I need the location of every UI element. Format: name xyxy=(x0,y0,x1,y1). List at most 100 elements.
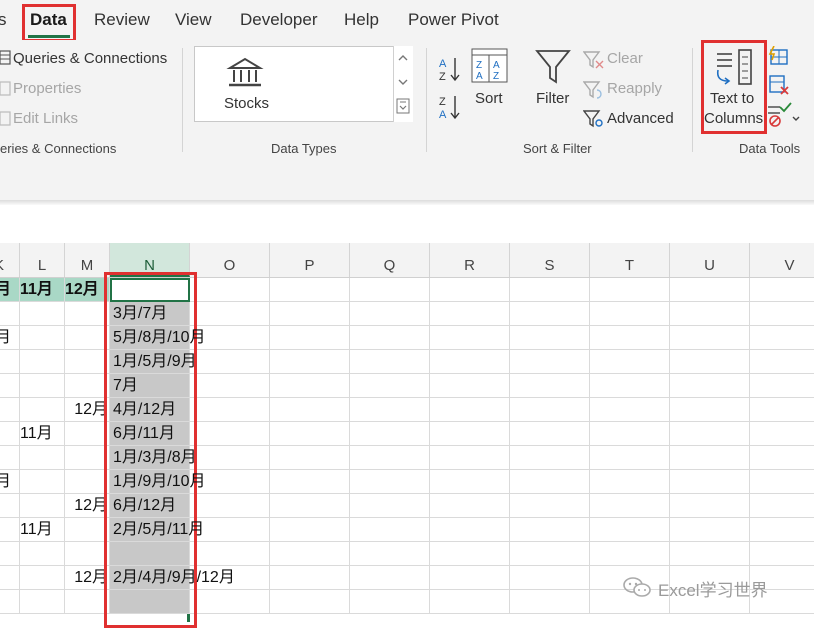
cell-s-5[interactable] xyxy=(510,398,590,422)
cell-o-4[interactable] xyxy=(190,374,270,398)
cell-l-4[interactable] xyxy=(20,374,65,398)
cell-v-5[interactable] xyxy=(750,398,814,422)
cell-o-header[interactable] xyxy=(190,278,270,302)
tab-partial[interactable]: s xyxy=(0,10,7,30)
cell-m-3[interactable] xyxy=(65,350,110,374)
cell-l-13[interactable] xyxy=(20,590,65,614)
column-header-s[interactable]: S xyxy=(510,243,590,277)
tab-view[interactable]: View xyxy=(175,10,212,30)
cell-s-6[interactable] xyxy=(510,422,590,446)
cell-t-8[interactable] xyxy=(590,470,670,494)
cell-s-12[interactable] xyxy=(510,566,590,590)
cell-n-12[interactable]: 2月/4月/9月/12月 xyxy=(110,566,235,590)
cell-m-2[interactable] xyxy=(65,326,110,350)
cell-m-5[interactable]: 12月 xyxy=(65,398,110,422)
cell-p-11[interactable] xyxy=(270,542,350,566)
cell-u-11[interactable] xyxy=(670,542,750,566)
queries-connections-button[interactable]: Queries & Connections xyxy=(13,50,167,67)
cell-q-10[interactable] xyxy=(350,518,430,542)
gallery-up-icon[interactable] xyxy=(396,52,410,64)
cell-l-8[interactable] xyxy=(20,470,65,494)
cell-o-11[interactable] xyxy=(190,542,270,566)
cell-v-3[interactable] xyxy=(750,350,814,374)
cell-q-11[interactable] xyxy=(350,542,430,566)
cell-r-2[interactable] xyxy=(430,326,510,350)
cell-n-3[interactable]: 1月/5月/9月 xyxy=(110,350,197,374)
cell-m-7[interactable] xyxy=(65,446,110,470)
cell-p-7[interactable] xyxy=(270,446,350,470)
cell-o-13[interactable] xyxy=(190,590,270,614)
cell-r-9[interactable] xyxy=(430,494,510,518)
cell-s-8[interactable] xyxy=(510,470,590,494)
cell-p-4[interactable] xyxy=(270,374,350,398)
cell-n-9[interactable]: 6月/12月 xyxy=(110,494,190,518)
cell-u-3[interactable] xyxy=(670,350,750,374)
cell-p-2[interactable] xyxy=(270,326,350,350)
cell-p-9[interactable] xyxy=(270,494,350,518)
cell-s-3[interactable] xyxy=(510,350,590,374)
cell-s-2[interactable] xyxy=(510,326,590,350)
cell-p-6[interactable] xyxy=(270,422,350,446)
cell-k-2[interactable]: 月 xyxy=(0,326,20,350)
cell-q-2[interactable] xyxy=(350,326,430,350)
reapply-button[interactable]: Reapply xyxy=(607,80,662,97)
cell-o-1[interactable] xyxy=(190,302,270,326)
cell-k-13[interactable] xyxy=(0,590,20,614)
cell-t-11[interactable] xyxy=(590,542,670,566)
cell-q-13[interactable] xyxy=(350,590,430,614)
cell-n-11[interactable] xyxy=(110,542,190,566)
cell-r-3[interactable] xyxy=(430,350,510,374)
column-header-o[interactable]: O xyxy=(190,243,270,277)
cell-o-3[interactable] xyxy=(190,350,270,374)
cell-v-9[interactable] xyxy=(750,494,814,518)
cell-l-7[interactable] xyxy=(20,446,65,470)
cell-u-10[interactable] xyxy=(670,518,750,542)
cell-o-5[interactable] xyxy=(190,398,270,422)
cell-q-9[interactable] xyxy=(350,494,430,518)
cell-r-13[interactable] xyxy=(430,590,510,614)
cell-p-8[interactable] xyxy=(270,470,350,494)
properties-button[interactable]: Properties xyxy=(13,80,81,97)
cell-v-10[interactable] xyxy=(750,518,814,542)
cell-l-12[interactable] xyxy=(20,566,65,590)
sort-a-to-z-icon[interactable]: A Z xyxy=(437,55,463,83)
cell-q-12[interactable] xyxy=(350,566,430,590)
gallery-down-icon[interactable] xyxy=(396,76,410,88)
cell-v-11[interactable] xyxy=(750,542,814,566)
cell-n-7[interactable]: 1月/3月/8月 xyxy=(110,446,197,470)
cell-k-8[interactable]: 月 xyxy=(0,470,20,494)
cell-l-9[interactable] xyxy=(20,494,65,518)
cell-r-10[interactable] xyxy=(430,518,510,542)
gallery-more-icon[interactable] xyxy=(396,98,410,114)
cell-u-9[interactable] xyxy=(670,494,750,518)
cell-u-7[interactable] xyxy=(670,446,750,470)
cell-t-1[interactable] xyxy=(590,302,670,326)
cell-m-8[interactable] xyxy=(65,470,110,494)
cell-s-7[interactable] xyxy=(510,446,590,470)
column-header-u[interactable]: U xyxy=(670,243,750,277)
cell-r-7[interactable] xyxy=(430,446,510,470)
column-header-l[interactable]: L xyxy=(20,243,65,277)
cell-r-1[interactable] xyxy=(430,302,510,326)
filter-button[interactable]: Filter xyxy=(536,90,569,107)
cell-p-header[interactable] xyxy=(270,278,350,302)
cell-t-4[interactable] xyxy=(590,374,670,398)
column-header-p[interactable]: P xyxy=(270,243,350,277)
remove-duplicates-icon[interactable] xyxy=(768,74,790,96)
cell-k-11[interactable] xyxy=(0,542,20,566)
worksheet-grid[interactable]: 月 11月 12月 3月/7月月 5月/8月/10月 1月/5月/9月 7月 12月 4月/12… xyxy=(0,278,814,622)
cell-o-7[interactable] xyxy=(190,446,270,470)
cell-k-6[interactable] xyxy=(0,422,20,446)
cell-s-1[interactable] xyxy=(510,302,590,326)
column-header-q[interactable]: Q xyxy=(350,243,430,277)
cell-n-1[interactable]: 3月/7月 xyxy=(110,302,190,326)
text-to-columns-button[interactable] xyxy=(701,40,767,134)
cell-l-2[interactable] xyxy=(20,326,65,350)
cell-t-header[interactable] xyxy=(590,278,670,302)
cell-s-13[interactable] xyxy=(510,590,590,614)
cell-n-10[interactable]: 2月/5月/11月 xyxy=(110,518,204,542)
cell-r-8[interactable] xyxy=(430,470,510,494)
cell-q-header[interactable] xyxy=(350,278,430,302)
cell-r-5[interactable] xyxy=(430,398,510,422)
cell-t-2[interactable] xyxy=(590,326,670,350)
